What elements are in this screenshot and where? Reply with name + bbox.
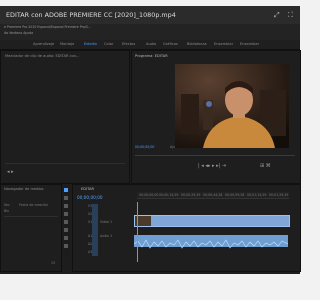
ruler-tick-3: 00;00;44;28 (203, 193, 223, 197)
playback-controls[interactable]: | ◂ ◂▸ ▸ ▸| ⇥ (198, 163, 226, 169)
source-panel: Mezclador de clip de audio: EDITAR con..… (0, 50, 130, 184)
program-tab[interactable]: Programa: EDITAR (135, 54, 168, 58)
project-panel: Navegador de medios Sec Bin Fecha de cre… (0, 184, 62, 272)
restore-icon[interactable]: ⤢ (274, 6, 280, 24)
ruler-tick-6: 00;01;29;29 (269, 193, 289, 197)
menu-bar: e Premiere Pro 2020 Espanol/Espanol Prem… (0, 24, 300, 40)
ws-tab-color[interactable]: Color (104, 42, 113, 46)
program-scrub-bar[interactable] (135, 155, 295, 156)
timeline-tab[interactable]: EDITAR (81, 187, 94, 191)
ws-tab-aprendizaje[interactable]: Aprendizaje (33, 42, 54, 46)
track-toggles[interactable] (92, 204, 98, 256)
ripple-edit-icon[interactable] (64, 204, 68, 208)
item-count: 13 (51, 261, 56, 265)
ws-tab-edicion[interactable]: Edición (84, 42, 97, 46)
ws-tab-ensamblar-2[interactable]: Ensamblar (240, 42, 259, 46)
slip-icon[interactable] (64, 220, 68, 224)
type-icon[interactable] (64, 244, 68, 248)
selection-tool-icon[interactable] (64, 188, 68, 192)
track-v1-name: Vídeo 1 (100, 220, 113, 224)
person-video-image (175, 64, 289, 148)
ruler-tick-4: 00;00;59;28 (225, 193, 245, 197)
column-divider (4, 216, 58, 217)
hand-icon[interactable] (64, 236, 68, 240)
ruler-tick-5: 00;01;14;29 (247, 193, 267, 197)
ruler-tick-1: 00;00;14;29 (159, 193, 179, 197)
title-bar: EDITAR con ADOBE PREMIERE CC [2020]_1080… (0, 6, 300, 24)
ws-tab-efectos[interactable]: Efectos (122, 42, 135, 46)
ruler-tick-2: 00;00;29;29 (181, 193, 201, 197)
track-a1-name: Audio 1 (100, 234, 113, 238)
media-browser-tab[interactable]: Navegador de medios (4, 187, 44, 191)
program-timecode: 00;00;00;00 (135, 145, 155, 149)
audio-waveform (133, 239, 289, 249)
ws-tab-ensamblar-1[interactable]: Ensamblar (214, 42, 233, 46)
ws-tab-audio[interactable]: Audio (146, 42, 156, 46)
premiere-window: EDITAR con ADOBE PREMIERE CC [2020]_1080… (0, 6, 301, 274)
video-clip[interactable] (134, 215, 290, 227)
timeline-ruler[interactable]: 00;00;00;00 00;00;14;29 00;00;29;29 00;0… (137, 192, 289, 199)
program-video-frame (175, 64, 289, 148)
ws-tab-montaje[interactable]: Montaje (60, 42, 74, 46)
menu-items[interactable]: ito Ventana Ayuda (4, 31, 33, 35)
window-title: EDITAR con ADOBE PREMIERE CC [2020]_1080… (6, 11, 176, 19)
source-scrub-bar[interactable] (5, 163, 125, 164)
playhead[interactable] (137, 202, 138, 262)
ws-tab-bibliotecas[interactable]: Bibliotecas (187, 42, 207, 46)
source-panel-tab[interactable]: Mezclador de clip de audio: EDITAR con..… (5, 54, 79, 58)
source-controls[interactable]: ◂ ▸ (7, 169, 14, 175)
project-item-sec[interactable]: Sec (4, 203, 10, 207)
audio-clip[interactable] (133, 235, 289, 249)
ws-tab-graficos[interactable]: Gráficos (163, 42, 178, 46)
tools-panel (62, 186, 70, 256)
ruler-tick-0: 00;00;00;00 (139, 193, 159, 197)
project-item-bin[interactable]: Bin (4, 209, 9, 213)
pen-icon[interactable] (64, 228, 68, 232)
razor-icon[interactable] (64, 212, 68, 216)
export-frame-button[interactable]: ⊞ ⌘ (260, 163, 271, 169)
timeline-timecode: 00;00;00;00 (77, 195, 103, 200)
workspace-bar: Aprendizaje Montaje Edición Color Efecto… (0, 40, 300, 50)
project-path: e Premiere Pro 2020 Espanol/Espanol Prem… (4, 25, 91, 29)
track-select-icon[interactable] (64, 196, 68, 200)
column-header-created[interactable]: Fecha de creación (19, 203, 48, 207)
fullscreen-icon[interactable]: ⛶ (288, 6, 293, 24)
